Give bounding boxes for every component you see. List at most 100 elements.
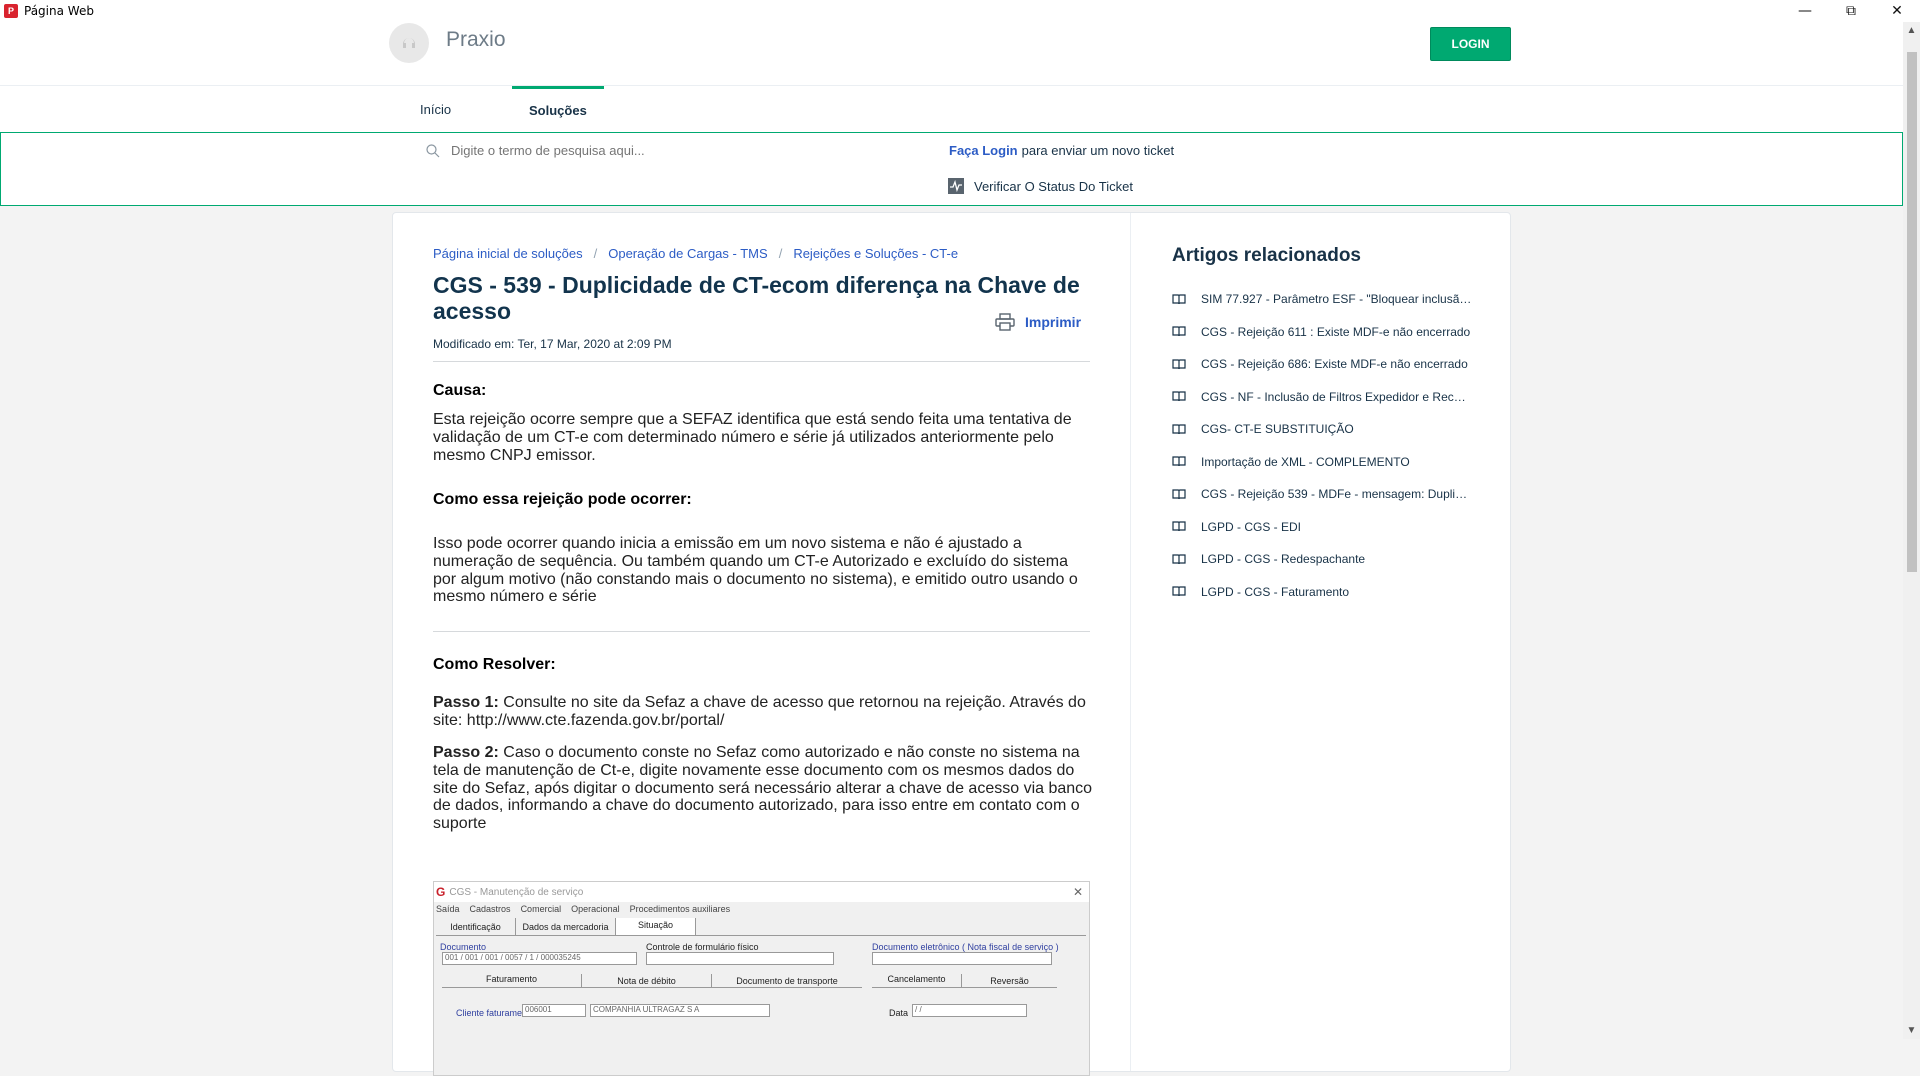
tab-solucoes[interactable]: Soluções <box>512 86 604 132</box>
search-bar: Faça Loginpara enviar um novo ticket Ver… <box>0 132 1903 206</box>
screenshot-controle-field <box>646 952 834 965</box>
related-item[interactable]: CGS - Rejeição 611 : Existe MDF-e não en… <box>1172 316 1472 349</box>
screenshot-subtab: Reversão <box>990 976 1029 986</box>
screenshot-window-title: CGS - Manutenção de serviço <box>449 886 584 898</box>
related-articles-panel: Artigos relacionados SIM 77.927 - Parâme… <box>1132 213 1510 1071</box>
screenshot-tab: Dados da mercadoria <box>516 918 616 935</box>
article-card: Página inicial de soluções / Operação de… <box>392 212 1511 1076</box>
related-item[interactable]: CGS - NF - Inclusão de Filtros Expedidor… <box>1172 381 1472 414</box>
faca-login-link[interactable]: Faça Login <box>949 143 1018 158</box>
passo2-label: Passo 2: <box>433 744 499 761</box>
check-status-link[interactable]: Verificar O Status Do Ticket <box>948 178 1133 194</box>
brand-logo[interactable] <box>389 23 429 63</box>
related-item[interactable]: LGPD - CGS - EDI <box>1172 511 1472 544</box>
book-icon <box>1172 424 1186 434</box>
related-item-label: CGS - NF - Inclusão de Filtros Expedidor… <box>1201 389 1472 404</box>
breadcrumb: Página inicial de soluções / Operação de… <box>433 246 958 261</box>
window-title: Página Web <box>24 4 94 18</box>
related-item-label: LGPD - CGS - EDI <box>1201 519 1302 534</box>
app-icon: P <box>4 4 18 18</box>
print-label: Imprimir <box>1025 314 1082 330</box>
passo2-text: Caso o documento conste no Sefaz como au… <box>433 744 1093 833</box>
screenshot-tab: Situação <box>616 918 696 935</box>
screenshot-subtab: Faturamento <box>442 974 582 987</box>
breadcrumb-separator: / <box>593 246 598 261</box>
screenshot-titlebar: G CGS - Manutenção de serviço ✕ <box>434 882 1089 902</box>
menu-item: Procedimentos auxiliares <box>629 904 731 914</box>
screenshot-cliente-name: COMPANHIA ULTRAGAZ S A <box>590 1004 770 1017</box>
main-nav: Início Soluções <box>0 86 1903 132</box>
app-logo-icon: G <box>436 885 446 899</box>
related-item-label: LGPD - CGS - Redespachante <box>1201 552 1366 567</box>
related-item-label: Importação de XML - COMPLEMENTO <box>1201 454 1410 469</box>
related-title: Artigos relacionados <box>1172 245 1361 266</box>
related-item-label: CGS - Rejeição 539 - MDFe - mensagem: Du… <box>1201 487 1472 502</box>
brand-name[interactable]: Praxio <box>446 28 506 52</box>
screenshot-doc-eletronico-field <box>872 952 1052 965</box>
article-title: CGS - 539 - Duplicidade de CT-ecom difer… <box>433 272 1080 324</box>
menu-item: Cadastros <box>469 904 511 914</box>
scrollbar-thumb[interactable] <box>1907 52 1917 572</box>
window-controls: — ⧉ ✕ <box>1782 0 1920 22</box>
related-item-label: CGS - Rejeição 686: Existe MDF-e não enc… <box>1201 357 1468 372</box>
breadcrumb-home[interactable]: Página inicial de soluções <box>433 246 583 261</box>
window-titlebar: P Página Web — ⧉ ✕ <box>0 0 1920 22</box>
modified-date: Modificado em: Ter, 17 Mar, 2020 at 2:09… <box>433 337 672 351</box>
book-icon <box>1172 326 1186 337</box>
menu-item: Comercial <box>520 904 562 914</box>
related-item[interactable]: Importação de XML - COMPLEMENTO <box>1172 446 1472 479</box>
related-item[interactable]: SIM 77.927 - Parâmetro ESF - "Bloquear i… <box>1172 283 1472 316</box>
passo1: Passo 1: Consulte no site da Sefaz a cha… <box>433 694 1093 730</box>
tab-inicio[interactable]: Início <box>420 86 451 132</box>
related-item-label: CGS- CT-E SUBSTITUIÇÃO <box>1201 422 1354 437</box>
book-icon <box>1172 359 1186 369</box>
book-icon <box>1172 586 1186 597</box>
print-button[interactable]: Imprimir <box>995 313 1081 331</box>
search-icon <box>426 144 440 158</box>
causa-text: Esta rejeição ocorre sempre que a SEFAZ … <box>433 411 1072 464</box>
como-heading: Como essa rejeição pode ocorrer: <box>433 491 692 508</box>
related-item[interactable]: LGPD - CGS - Redespachante <box>1172 543 1472 576</box>
screenshot-tabs: Identificação Dados da mercadoria Situaç… <box>436 918 1086 936</box>
related-item[interactable]: CGS- CT-E SUBSTITUIÇÃO <box>1172 413 1472 446</box>
breadcrumb-folder[interactable]: Rejeições e Soluções - CT-e <box>793 246 958 261</box>
book-icon <box>1172 456 1186 467</box>
scroll-down-icon[interactable]: ▼ <box>1903 1022 1920 1039</box>
screenshot-controle-label: Controle de formulário físico <box>646 942 759 952</box>
related-item[interactable]: LGPD - CGS - Faturamento <box>1172 576 1472 609</box>
related-item-label: CGS - Rejeição 611 : Existe MDF-e não en… <box>1201 324 1471 339</box>
book-icon <box>1172 521 1186 532</box>
passo2: Passo 2: Caso o documento conste no Sefa… <box>433 744 1093 833</box>
book-icon <box>1172 294 1186 304</box>
article-screenshot: G CGS - Manutenção de serviço ✕ Saída Ca… <box>433 881 1090 1076</box>
related-item[interactable]: CGS - Rejeição 539 - MDFe - mensagem: Du… <box>1172 478 1472 511</box>
related-item-label: SIM 77.927 - Parâmetro ESF - "Bloquear i… <box>1201 292 1472 307</box>
printer-icon <box>995 313 1015 331</box>
restore-icon[interactable]: ⧉ <box>1828 0 1874 22</box>
search-input[interactable] <box>451 143 891 158</box>
breadcrumb-category[interactable]: Operação de Cargas - TMS <box>608 246 767 261</box>
page-scrollbar[interactable]: ▲ ▼ <box>1903 22 1920 1039</box>
login-button[interactable]: LOGIN <box>1430 27 1511 61</box>
related-list: SIM 77.927 - Parâmetro ESF - "Bloquear i… <box>1172 283 1472 608</box>
screenshot-doc-label: Documento <box>440 942 487 952</box>
screenshot-subtabs-2: Cancelamento Reversão <box>872 974 1057 988</box>
close-icon[interactable]: ✕ <box>1874 0 1920 22</box>
menu-item: Operacional <box>571 904 620 914</box>
scroll-up-icon[interactable]: ▲ <box>1903 22 1920 39</box>
close-icon: ✕ <box>1072 885 1083 899</box>
como-text: Isso pode ocorrer quando inicia a emissã… <box>433 535 1078 606</box>
screenshot-tab: Identificação <box>436 918 516 935</box>
screenshot-subtab: Documento de transporte <box>736 976 838 986</box>
screenshot-subtab: Nota de débito <box>582 974 712 987</box>
screenshot-doc-value: 001 / 001 / 001 / 0057 / 1 / 000035245 <box>442 952 637 965</box>
check-status-label: Verificar O Status Do Ticket <box>974 178 1133 194</box>
passo1-text: Consulte no site da Sefaz a chave de ace… <box>433 694 1086 729</box>
resolver-heading: Como Resolver: <box>433 656 556 673</box>
related-item-label: LGPD - CGS - Faturamento <box>1201 584 1350 599</box>
related-item[interactable]: CGS - Rejeição 686: Existe MDF-e não enc… <box>1172 348 1472 381</box>
screenshot-data-label: Data <box>889 1008 909 1018</box>
site-header: Praxio LOGIN <box>0 22 1903 86</box>
book-icon <box>1172 554 1186 564</box>
minimize-icon[interactable]: — <box>1782 0 1828 22</box>
